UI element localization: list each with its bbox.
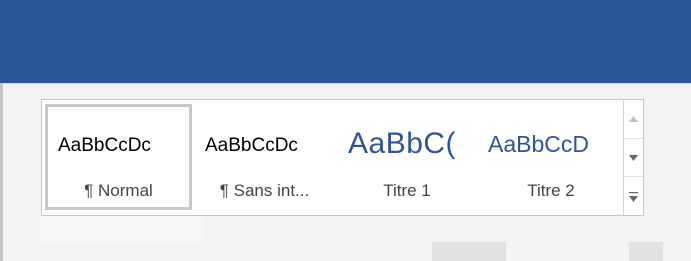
style-titre-1[interactable]: AaBbC( Titre 1 (338, 104, 476, 210)
gallery-scrollbar (623, 100, 643, 215)
ribbon-group-area (41, 216, 205, 244)
styles-gallery: AaBbCcDc ¶ Normal AaBbCcDc ¶ Sans int...… (41, 99, 644, 216)
style-titre-2[interactable]: AaBbCcD Titre 2 (478, 104, 624, 210)
style-preview: AaBbCcDc (58, 135, 151, 156)
gallery-more-icon (629, 191, 638, 202)
style-label: Titre 1 (383, 181, 431, 200)
triangle-up-icon (629, 116, 638, 122)
gallery-scroll-down-button[interactable] (624, 138, 643, 177)
style-label: ¶ Normal (84, 181, 153, 200)
style-normal[interactable]: AaBbCcDc ¶ Normal (45, 104, 192, 210)
ribbon-divider (0, 83, 691, 84)
title-bar (0, 0, 691, 83)
style-preview: AaBbC( (348, 127, 457, 160)
style-sans-interligne[interactable]: AaBbCcDc ¶ Sans int... (193, 104, 336, 210)
gallery-scroll-up-button[interactable] (624, 100, 643, 138)
style-label: Titre 2 (527, 181, 575, 200)
style-label: ¶ Sans int... (219, 181, 310, 200)
style-preview: AaBbCcDc (205, 135, 298, 156)
ribbon-left-edge (0, 83, 3, 261)
ribbon-control[interactable] (629, 242, 663, 261)
triangle-down-icon (629, 155, 638, 161)
gallery-more-button[interactable] (624, 176, 643, 216)
style-preview: AaBbCcD (488, 131, 589, 157)
ribbon-control[interactable] (432, 242, 506, 261)
